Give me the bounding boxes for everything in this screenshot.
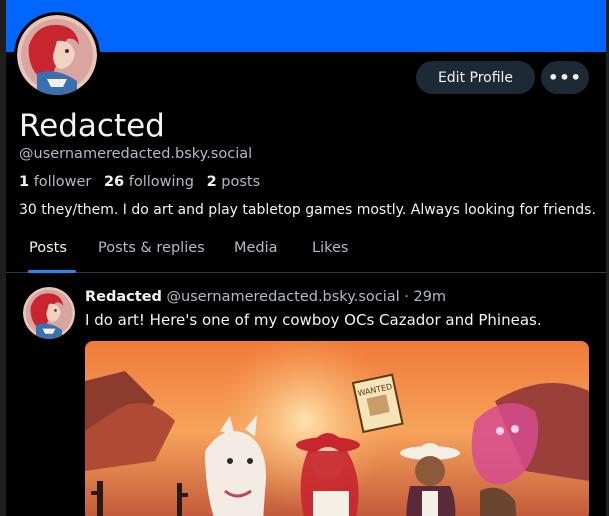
post-separator: · [404, 289, 409, 305]
followers-link[interactable]: 1 follower [19, 174, 91, 190]
tab-media[interactable]: Media [234, 240, 278, 256]
tab-likes[interactable]: Likes [312, 240, 348, 256]
profile-tabs: Posts Posts & replies Media Likes [6, 230, 606, 273]
following-link[interactable]: 26 following [104, 174, 194, 190]
profile-bio: 30 they/them. I do art and play tabletop… [19, 202, 596, 218]
profile-stats: 1 follower 26 following 2 posts [19, 174, 260, 190]
post-author-avatar[interactable] [23, 287, 75, 339]
post-image[interactable]: WANTED [85, 341, 589, 516]
more-options-button[interactable]: ••• [541, 61, 589, 94]
post-text: I do art! Here's one of my cowboy OCs Ca… [85, 311, 542, 329]
more-horizontal-icon: ••• [548, 68, 582, 87]
post-author-handle[interactable]: @usernameredacted.bsky.social [167, 289, 400, 305]
post-timestamp[interactable]: 29m [413, 289, 446, 305]
active-tab-indicator [28, 270, 76, 273]
post-author-name[interactable]: Redacted [85, 289, 162, 305]
profile-display-name: Redacted [19, 108, 165, 144]
posts-count: 2 posts [206, 174, 261, 190]
profile-handle: @usernameredacted.bsky.social [19, 146, 253, 162]
profile-avatar[interactable] [14, 12, 100, 98]
tab-posts[interactable]: Posts [29, 240, 67, 256]
tab-posts-and-replies[interactable]: Posts & replies [98, 240, 205, 256]
edit-profile-button[interactable]: Edit Profile [416, 61, 535, 94]
post-header: Redacted @usernameredacted.bsky.social ·… [85, 289, 446, 305]
